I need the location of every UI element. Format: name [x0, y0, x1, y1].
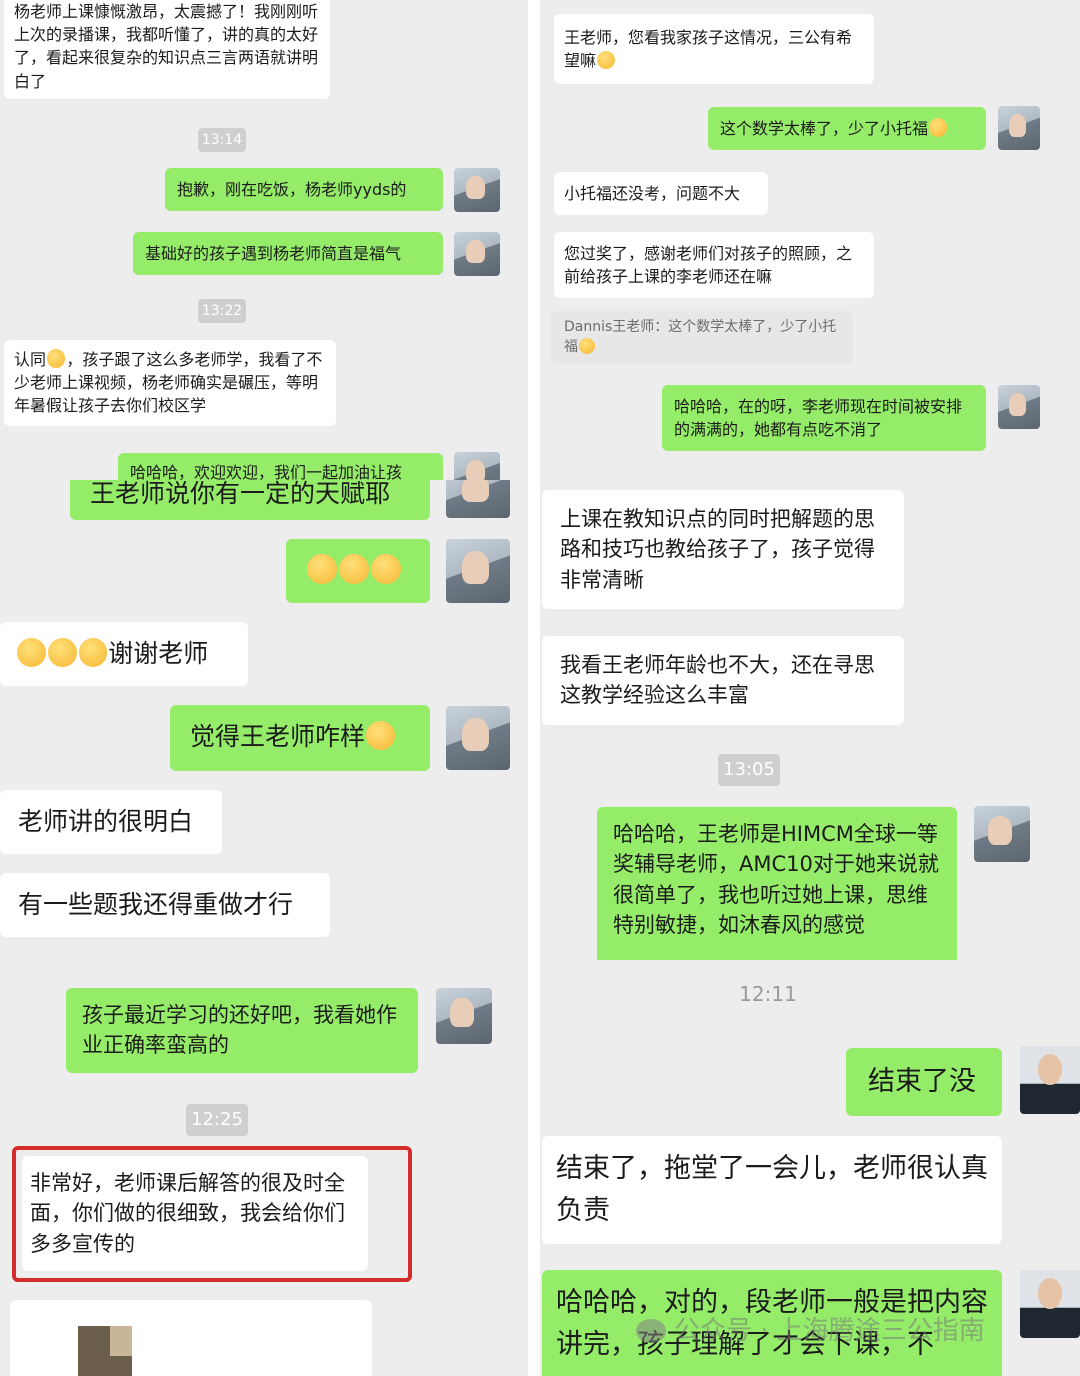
- message-text: 结束了没: [868, 1066, 976, 1097]
- message-bubble[interactable]: 认同 ，孩子跟了这么多老师学，我看了不少老师上课视频，杨老师确实是碾压，等明年暑假…: [4, 340, 336, 426]
- timestamp: 12:25: [186, 1104, 248, 1136]
- message-bubble[interactable]: 觉得王老师咋样: [170, 705, 430, 771]
- timestamp: 13:14: [198, 128, 246, 152]
- message-bubble[interactable]: 上课在教知识点的同时把解题的思路和技巧也教给孩子了，孩子觉得非常清晰: [542, 490, 904, 610]
- message-text: 结束了，拖堂了一会儿，老师很认真负责: [556, 1153, 988, 1226]
- message-bubble[interactable]: 您过奖了，感谢老师们对孩子的照顾，之前给孩子上课的李老师还在嘛: [554, 232, 874, 299]
- message-bubble[interactable]: 结束了，拖堂了一会儿，老师很认真负责: [542, 1136, 1002, 1244]
- laugh-cry-emoji-icon: [579, 337, 596, 354]
- chat-panel-2: 王老师，您看我家孩子这情况，三公有希望嘛 这个数学太棒了，少了小托福 小托福还没…: [540, 0, 1080, 480]
- laugh-cover-emoji-icon: [307, 553, 337, 584]
- avatar[interactable]: [454, 232, 500, 276]
- chat-panel-4: 上课在教知识点的同时把解题的思路和技巧也教给孩子了，孩子觉得非常清晰 我看王老师…: [540, 480, 1080, 960]
- smile-emoji-icon: [597, 50, 616, 70]
- laugh-cry-emoji-icon: [929, 118, 948, 137]
- message-bubble[interactable]: 小托福还没考，问题不大: [554, 172, 768, 216]
- avatar[interactable]: [1020, 1046, 1080, 1114]
- message-bubble[interactable]: 孩子最近学习的还好吧，我看她作业正确率蛮高的: [66, 988, 418, 1073]
- laugh-cry-emoji-icon: [17, 637, 46, 667]
- laugh-cry-emoji-icon: [47, 637, 77, 667]
- message-bubble[interactable]: 有一些题我还得重做才行: [0, 873, 330, 937]
- avatar[interactable]: [1020, 1270, 1080, 1338]
- message-text: 老师讲的很明白: [18, 807, 194, 836]
- message-text: 觉得王老师咋样: [190, 722, 366, 751]
- timestamp: 13:22: [198, 299, 246, 323]
- message-text: 这个数学太棒了，少了小托福: [720, 119, 929, 138]
- wink-emoji-icon: [366, 720, 395, 750]
- message-text: 上课在教知识点的同时把解题的思路和技巧也教给孩子了，孩子觉得非常清晰: [560, 507, 875, 592]
- message-bubble[interactable]: [286, 539, 430, 603]
- watermark-text: 公众号 · 上海腾途三公指南: [674, 1316, 985, 1346]
- message-text: 小托福还没考，问题不大: [564, 184, 741, 203]
- timestamp: 12:11: [739, 982, 797, 1006]
- message-text: 非常好，老师课后解答的很及时全面，你们做的很细致，我会给你们多多宣传的: [30, 1171, 345, 1256]
- avatar[interactable]: [446, 706, 510, 770]
- message-text: 我看王老师年龄也不大，还在寻思这教学经验这么丰富: [560, 653, 875, 708]
- message-text: 孩子最近学习的还好吧，我看她作业正确率蛮高的: [82, 1003, 397, 1058]
- message-bubble[interactable]: 哈哈哈，欢迎欢迎，我们一起加油让孩: [118, 453, 443, 480]
- message-text: 您过奖了，感谢老师们对孩子的照顾，之前给孩子上课的李老师还在嘛: [564, 244, 853, 287]
- wechat-icon: [636, 1319, 666, 1343]
- message-text: 有一些题我还得重做才行: [18, 890, 294, 919]
- avatar[interactable]: [446, 480, 510, 518]
- message-bubble[interactable]: 老师讲的很明白: [0, 790, 222, 854]
- avatar[interactable]: [436, 988, 492, 1044]
- watermark: 公众号 · 上海腾途三公指南: [636, 1310, 985, 1347]
- chat-panel-1: 杨老师上课慷慨激昂，太震撼了！我刚刚听上次的录播课，我都听懂了，讲的真的太好了，…: [0, 0, 528, 480]
- laugh-cover-emoji-icon: [370, 553, 401, 584]
- message-bubble[interactable]: 非常好，老师课后解答的很及时全面，你们做的很细致，我会给你们多多宣传的: [22, 1156, 368, 1272]
- message-bubble[interactable]: 哈哈哈，王老师是HIMCM全球一等奖辅导老师，AMC10对于她来说就很简单了，我…: [597, 807, 957, 960]
- message-text: 哈哈哈，在的呀，李老师现在时间被安排的满满的，她都有点吃不消了: [674, 397, 963, 440]
- message-bubble[interactable]: 王老师，您看我家孩子这情况，三公有希望嘛: [554, 14, 874, 85]
- message-bubble[interactable]: 我看王老师年龄也不大，还在寻思这教学经验这么丰富: [542, 636, 904, 725]
- avatar[interactable]: [446, 539, 510, 603]
- smile-emoji-icon: [47, 349, 66, 368]
- chat-panel-3: 王老师说你有一定的天赋耶 谢谢老师 觉得王老师咋样 老师讲的很明白 有一些题我还…: [0, 480, 528, 952]
- image-message[interactable]: [10, 1300, 372, 1376]
- message-text: 杨老师上课慷慨激昂，太震撼了！我刚刚听上次的录播课，我都听懂了，讲的真的太好了，…: [14, 2, 319, 91]
- avatar[interactable]: [454, 452, 500, 480]
- message-bubble[interactable]: 谢谢老师: [0, 622, 248, 686]
- chat-panel-5: 孩子最近学习的还好吧，我看她作业正确率蛮高的 12:25 非常好，老师课后解答的…: [0, 952, 528, 1376]
- message-bubble[interactable]: 基础好的孩子遇到杨老师简直是福气: [133, 232, 443, 276]
- message-text: 哈哈哈，欢迎欢迎，我们一起加油让孩: [130, 463, 403, 480]
- message-bubble[interactable]: 哈哈哈，在的呀，李老师现在时间被安排的满满的，她都有点吃不消了: [662, 385, 986, 452]
- avatar[interactable]: [974, 806, 1030, 862]
- message-bubble[interactable]: 王老师说你有一定的天赋耶: [70, 480, 430, 520]
- quote-text: Dannis王老师：这个数学太棒了，少了小托福: [564, 319, 837, 356]
- quote-bubble[interactable]: Dannis王老师：这个数学太棒了，少了小托福: [550, 311, 853, 364]
- message-text: 哈哈哈，王老师是HIMCM全球一等奖辅导老师，AMC10对于她来说就很简单了，我…: [613, 822, 939, 938]
- message-bubble[interactable]: 这个数学太棒了，少了小托福: [708, 107, 986, 151]
- timestamp: 13:05: [718, 754, 780, 786]
- message-text: 基础好的孩子遇到杨老师简直是福气: [145, 244, 402, 263]
- message-text-prefix: 认同: [14, 350, 47, 369]
- laugh-cover-emoji-icon: [338, 553, 369, 584]
- message-text: 抱歉，刚在吃饭，杨老师yyds的: [177, 180, 407, 199]
- message-bubble[interactable]: 结束了没: [846, 1048, 1002, 1116]
- avatar[interactable]: [454, 168, 500, 212]
- message-bubble[interactable]: 抱歉，刚在吃饭，杨老师yyds的: [165, 168, 443, 212]
- avatar[interactable]: [998, 385, 1040, 429]
- message-bubble[interactable]: 杨老师上课慷慨激昂，太震撼了！我刚刚听上次的录播课，我都听懂了，讲的真的太好了，…: [4, 0, 330, 99]
- avatar[interactable]: [998, 106, 1040, 150]
- laugh-cry-emoji-icon: [78, 637, 108, 667]
- image-thumbnail[interactable]: [78, 1326, 132, 1376]
- message-text: 王老师说你有一定的天赋耶: [90, 480, 391, 508]
- message-text: 谢谢老师: [108, 639, 209, 668]
